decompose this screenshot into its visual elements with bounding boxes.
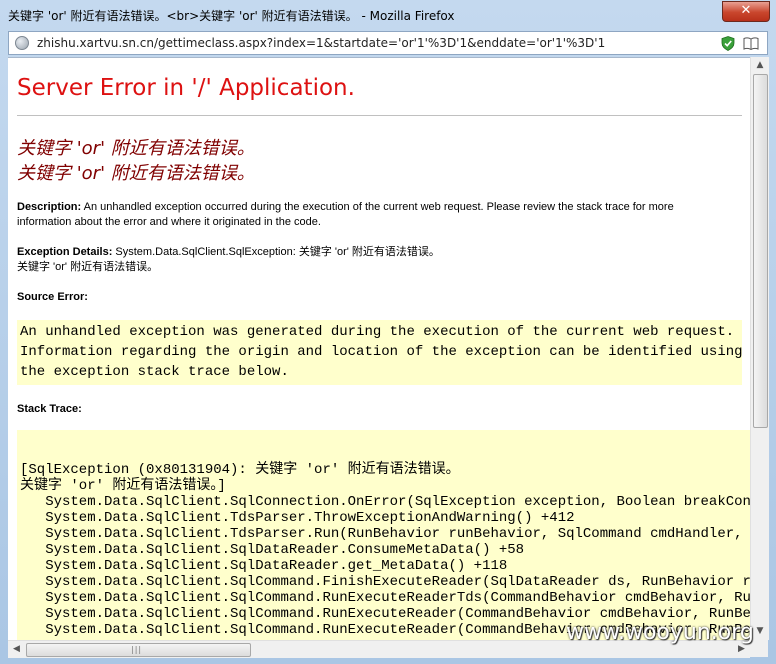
watermark: www.wooyun.org <box>566 620 754 645</box>
divider <box>17 115 742 116</box>
vertical-scroll-thumb[interactable] <box>753 74 768 428</box>
stack-trace-box: [SqlException (0x80131904): 关键字 'or' 附近有… <box>17 430 750 641</box>
source-error-box: An unhandled exception was generated dur… <box>17 320 742 385</box>
exception-text: System.Data.SqlClient.SqlException: 关键字 … <box>112 246 440 258</box>
page-content: Server Error in '/' Application. 关键字 'or… <box>8 57 750 641</box>
shield-icon[interactable] <box>721 36 735 51</box>
error-message-line-2: 关键字 'or' 附近有语法错误。 <box>17 163 255 184</box>
title-bar[interactable]: 关键字 'or' 附近有语法错误。<br>关键字 'or' 附近有语法错误。 -… <box>0 0 776 30</box>
description-label: Description: <box>17 201 82 213</box>
grip-icon: ||| <box>131 645 143 654</box>
stack-trace-code: [SqlException (0x80131904): 关键字 'or' 附近有… <box>20 462 750 638</box>
error-message-line-1: 关键字 'or' 附近有语法错误。 <box>17 138 255 159</box>
address-bar[interactable]: zhishu.xartvu.sn.cn/gettimeclass.aspx?in… <box>8 31 768 55</box>
horizontal-scroll-thumb[interactable]: ||| <box>26 643 251 657</box>
source-error-label: Source Error: <box>17 291 88 303</box>
close-button[interactable]: ✕ <box>722 1 770 22</box>
stack-trace-label: Stack Trace: <box>17 403 82 415</box>
window-title: 关键字 'or' 附近有语法错误。<br>关键字 'or' 附近有语法错误。 -… <box>8 9 455 23</box>
scroll-left-icon[interactable]: ◀ <box>8 641 25 658</box>
source-error-code: An unhandled exception was generated dur… <box>20 324 742 380</box>
url-input[interactable]: zhishu.xartvu.sn.cn/gettimeclass.aspx?in… <box>37 36 605 50</box>
scroll-up-icon[interactable]: ▲ <box>751 57 769 74</box>
reader-view-icon[interactable] <box>743 37 759 50</box>
exception-label: Exception Details: <box>17 246 113 258</box>
exception-details: Exception Details: System.Data.SqlClient… <box>17 245 717 275</box>
vertical-scrollbar[interactable]: ▲ ▼ <box>750 57 769 640</box>
page-title: Server Error in '/' Application. <box>17 75 355 101</box>
close-icon: ✕ <box>740 3 752 18</box>
description-text: An unhandled exception occurred during t… <box>17 201 674 228</box>
browser-window: 关键字 'or' 附近有语法错误。<br>关键字 'or' 附近有语法错误。 -… <box>0 0 776 664</box>
exception-text-line-2: 关键字 'or' 附近有语法错误。 <box>17 261 159 273</box>
site-identity-icon[interactable] <box>15 36 29 50</box>
description-paragraph: Description: An unhandled exception occu… <box>17 200 717 230</box>
